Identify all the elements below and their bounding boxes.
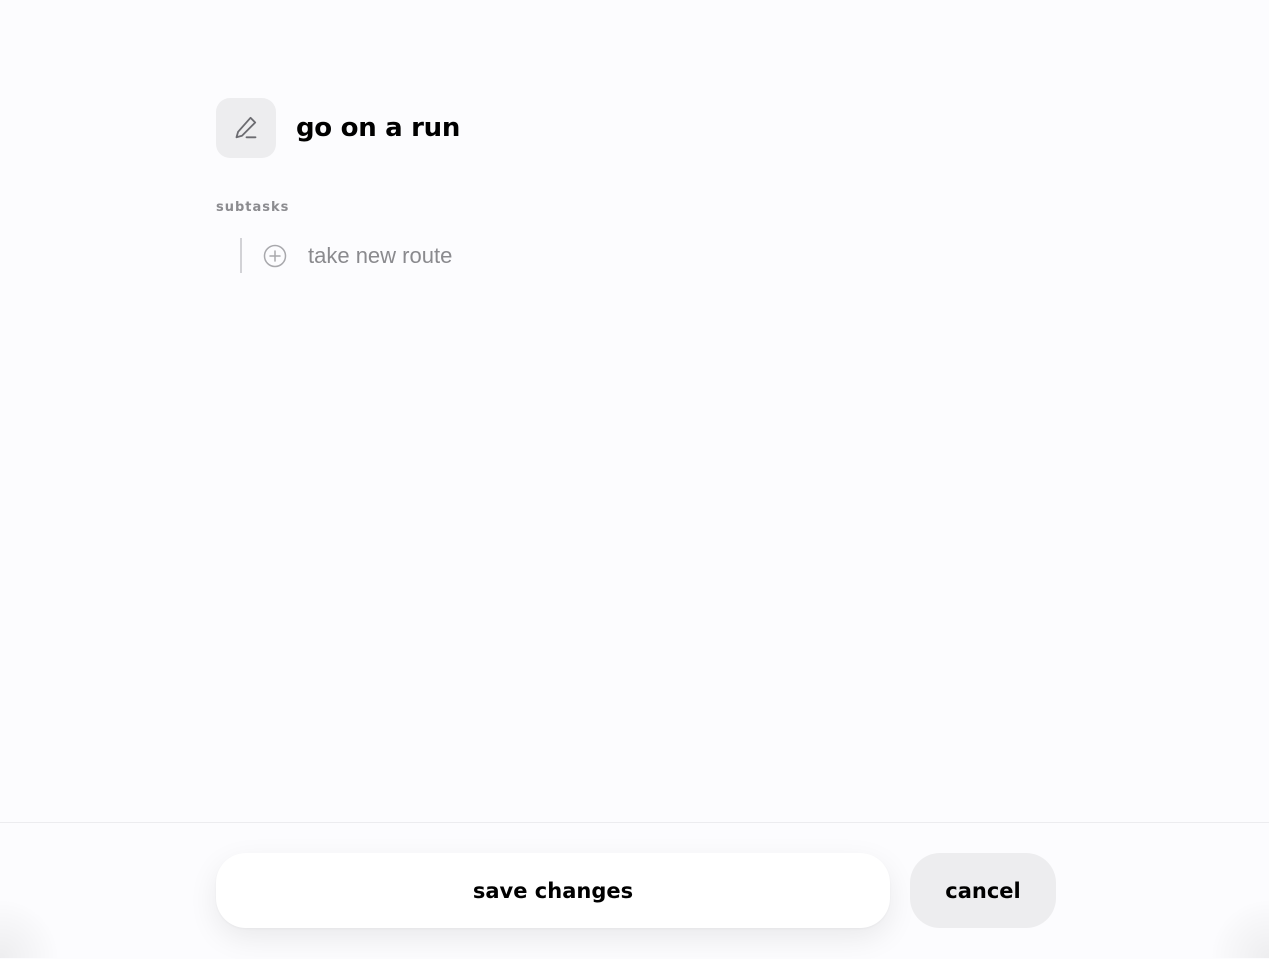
edit-task-button[interactable]: [216, 98, 276, 158]
task-header: go on a run: [216, 98, 460, 158]
pencil-icon: [235, 116, 257, 139]
plus-circle-icon: [263, 244, 287, 267]
subtask-guide-line: [240, 238, 242, 273]
subtask-input[interactable]: [308, 239, 728, 272]
save-changes-button[interactable]: save changes: [216, 853, 890, 928]
add-subtask-button[interactable]: [263, 244, 287, 268]
subtask-row: [240, 238, 728, 273]
task-title[interactable]: go on a run: [296, 98, 460, 158]
cancel-button[interactable]: cancel: [910, 853, 1056, 928]
subtasks-label: subtasks: [216, 200, 290, 215]
